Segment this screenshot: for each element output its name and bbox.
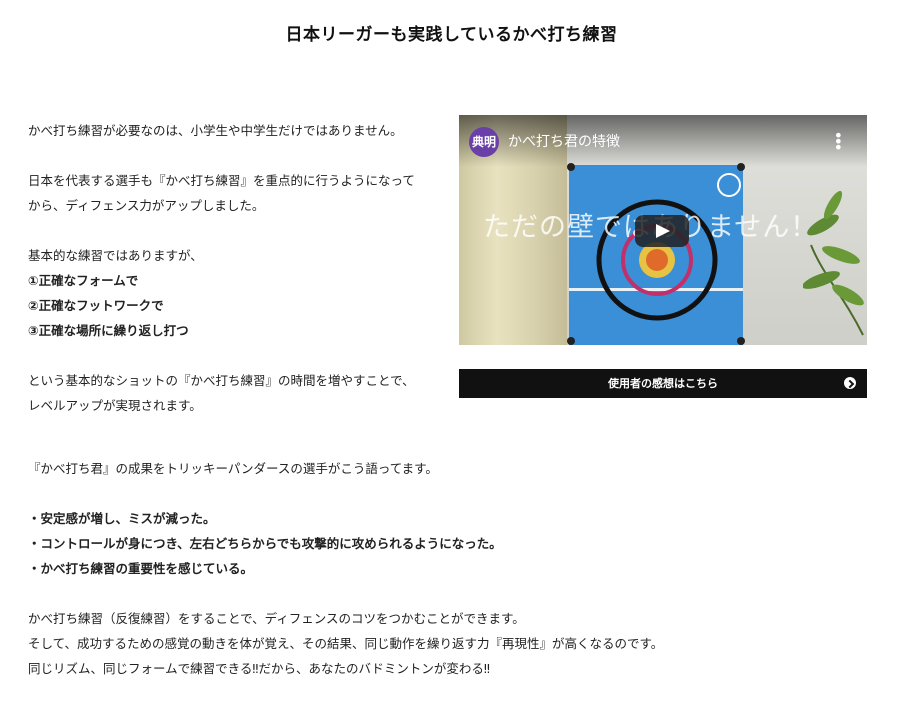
conclusion-line-2: そして、成功するための感覚の動きを体が覚え、その結果、同じ動作を繰り返す力『再現… — [28, 636, 664, 651]
play-button[interactable] — [635, 215, 689, 247]
target-board-image — [567, 163, 745, 345]
testimonial-lead: 『かべ打ち君』の成果をトリッキーパンダースの選手がこう語ってます。 — [28, 461, 438, 476]
testimonial-bullet-2: ・コントロールが身につき、左右どちらからでも攻撃的に攻められるようになった。 — [28, 536, 502, 551]
point-1: ①正確なフォームで — [28, 273, 139, 288]
testimonial-section: 『かべ打ち君』の成果をトリッキーパンダースの選手がこう語ってます。 ・安定感が増… — [28, 456, 878, 681]
point-2: ②正確なフットワークで — [28, 298, 164, 313]
testimonials-button-label: 使用者の感想はこちら — [608, 377, 718, 390]
intro-paragraph-2-line-1: 日本を代表する選手も『かべ打ち練習』を重点的に行うようになって — [28, 173, 415, 188]
intro-paragraph-1: かべ打ち練習が必要なのは、小学生や中学生だけではありません。 — [28, 123, 403, 138]
video-title[interactable]: かべ打ち君の特徴 — [508, 131, 620, 151]
more-options-icon[interactable]: • • • — [834, 128, 843, 156]
testimonials-button[interactable]: 使用者の感想はこちら — [459, 369, 867, 398]
page-title: 日本リーガーも実践しているかべ打ち練習 — [285, 25, 618, 45]
video-player[interactable]: 典明 かべ打ち君の特徴 ••• ただの壁ではありません！ — [459, 115, 867, 345]
intro-paragraph-2-line-2: から、ディフェンス力がアップしました。 — [28, 198, 265, 213]
point-3: ③正確な場所に繰り返し打つ — [28, 323, 189, 338]
channel-avatar[interactable]: 典明 — [469, 127, 499, 157]
testimonial-bullet-3: ・かべ打ち練習の重要性を感じている。 — [28, 561, 254, 576]
conclusion-line-1: かべ打ち練習（反復練習）をすることで、ディフェンスのコツをつかむことができます。 — [28, 611, 525, 626]
intro-section: かべ打ち練習が必要なのは、小学生や中学生だけではありません。 日本を代表する選手… — [28, 118, 438, 418]
intro-paragraph-4-line-2: レベルアップが実現されます。 — [28, 398, 202, 413]
conclusion-line-3: 同じリズム、同じフォームで練習できる‼だから、あなたのバドミントンが変わる‼ — [28, 661, 490, 676]
intro-paragraph-4-line-1: という基本的なショットの『かべ打ち練習』の時間を増やすことで、 — [28, 373, 415, 388]
intro-paragraph-3: 基本的な練習ではありますが、 — [28, 248, 203, 263]
chevron-right-icon — [844, 377, 856, 389]
testimonial-bullet-1: ・安定感が増し、ミスが減った。 — [28, 511, 216, 526]
